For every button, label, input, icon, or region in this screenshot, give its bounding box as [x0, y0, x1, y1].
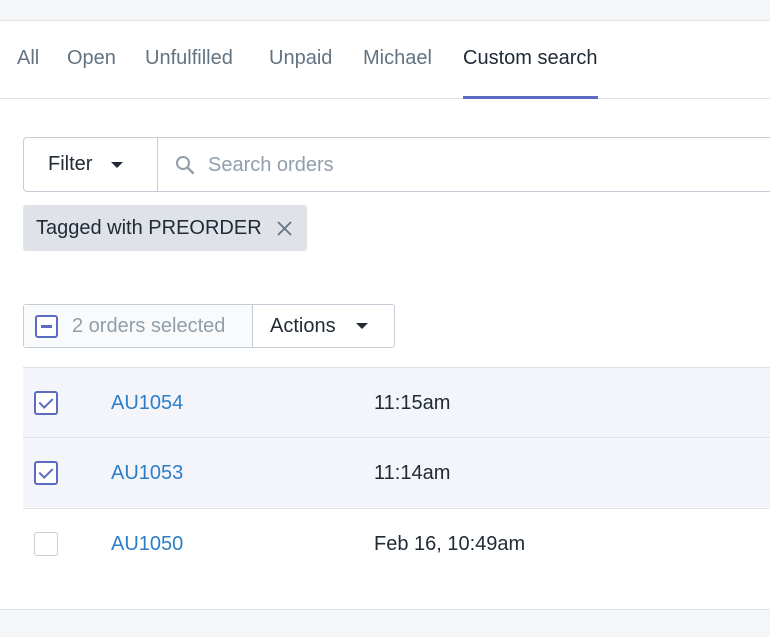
tab-michael[interactable]: Michael — [363, 21, 432, 98]
tab-unfulfilled[interactable]: Unfulfilled — [145, 21, 233, 98]
bulk-select-toggle[interactable]: 2 orders selected — [24, 305, 253, 347]
tag-label: Tagged with PREORDER — [36, 217, 262, 239]
tab-custom-search[interactable]: Custom search — [463, 21, 598, 99]
table-row[interactable]: AU1053 11:14am — [23, 437, 770, 507]
orders-card: All Open Unfulfilled Unpaid Michael Cust… — [0, 20, 770, 610]
selected-count-label: 2 orders selected — [72, 315, 226, 337]
filter-button[interactable]: Filter — [24, 138, 158, 191]
row-checkbox[interactable] — [34, 461, 58, 485]
actions-button-label: Actions — [270, 315, 336, 337]
table-row[interactable]: AU1054 11:15am — [23, 367, 770, 437]
order-link[interactable]: AU1050 — [111, 509, 183, 579]
actions-button[interactable]: Actions — [253, 305, 394, 347]
table-row[interactable]: AU1050 Feb 16, 10:49am — [23, 508, 770, 578]
row-checkbox[interactable] — [34, 532, 58, 556]
tab-all[interactable]: All — [17, 21, 39, 98]
caret-down-icon — [111, 162, 123, 168]
order-date: Feb 16, 10:49am — [374, 533, 526, 555]
order-tabs: All Open Unfulfilled Unpaid Michael Cust… — [0, 21, 770, 99]
filter-button-label: Filter — [48, 153, 93, 175]
filter-bar: Filter — [23, 137, 770, 192]
search-icon — [176, 156, 195, 175]
tab-open[interactable]: Open — [67, 21, 116, 98]
tab-unpaid[interactable]: Unpaid — [269, 21, 332, 98]
search-input[interactable] — [208, 146, 768, 184]
order-link[interactable]: AU1053 — [111, 438, 183, 508]
order-date: 11:14am — [374, 462, 451, 484]
order-date: 11:15am — [374, 392, 451, 414]
indeterminate-checkbox[interactable] — [35, 315, 58, 338]
bulk-actions-bar: 2 orders selected Actions — [23, 304, 395, 348]
caret-down-icon — [356, 323, 368, 329]
close-icon[interactable] — [276, 220, 293, 237]
order-link[interactable]: AU1054 — [111, 368, 183, 438]
applied-filter-tag: Tagged with PREORDER — [23, 205, 307, 251]
row-checkbox[interactable] — [34, 391, 58, 415]
